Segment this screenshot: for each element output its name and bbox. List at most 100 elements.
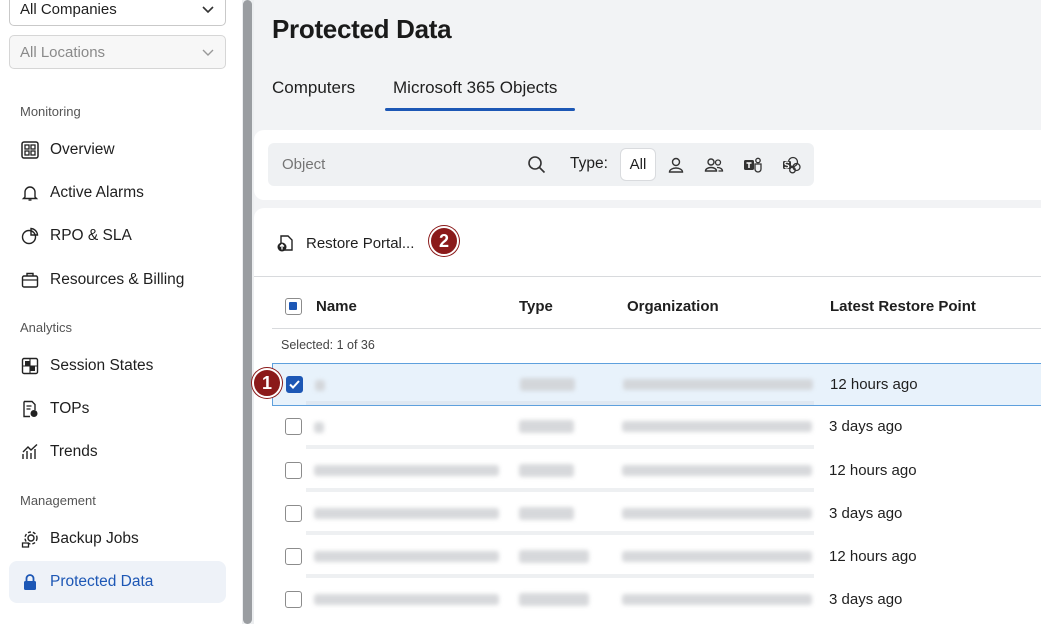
row-checkbox[interactable]: [285, 548, 302, 565]
restore-portal-button[interactable]: Restore Portal...: [276, 228, 414, 258]
sidebar-item-session-states[interactable]: Session States: [9, 345, 226, 387]
search-icon[interactable]: [527, 155, 546, 174]
section-management: Management: [20, 493, 96, 508]
section-analytics: Analytics: [20, 320, 73, 335]
row-name-redacted: [314, 594, 499, 605]
sidebar-item-backup-jobs[interactable]: Backup Jobs: [9, 518, 226, 560]
row-checkbox[interactable]: [285, 591, 302, 608]
pie-chart-icon: [21, 227, 39, 245]
row-name-redacted: [315, 380, 325, 391]
page-title: Protected Data: [272, 14, 452, 44]
sidebar-item-overview[interactable]: Overview: [9, 129, 226, 171]
bell-icon: [21, 184, 39, 202]
row-checkbox[interactable]: [285, 418, 302, 435]
row-underline: [306, 401, 814, 405]
sidebar: All Companies All Locations Monitoring O…: [0, 0, 242, 624]
sidebar-item-label: Active Alarms: [50, 184, 144, 201]
table-row[interactable]: 12 hours ago: [272, 363, 1041, 406]
sidebar-item-label: Session States: [50, 357, 154, 374]
location-select-value: All Locations: [20, 43, 106, 61]
sidebar-item-label: Overview: [50, 141, 115, 158]
chevron-down-icon: [202, 6, 214, 14]
overview-icon: [21, 141, 39, 159]
grid-icon: [21, 357, 39, 375]
type-filter-sharepoint[interactable]: [776, 148, 808, 181]
sidebar-item-protected-data[interactable]: Protected Data: [9, 561, 226, 603]
tab-computers[interactable]: Computers: [272, 78, 355, 98]
type-filter-group[interactable]: [698, 148, 730, 181]
toolbar-divider: [254, 276, 1041, 277]
tab-microsoft-365-objects[interactable]: Microsoft 365 Objects: [393, 78, 557, 98]
table-row[interactable]: 3 days ago: [272, 406, 1041, 449]
selection-count: Selected: 1 of 36: [281, 338, 375, 352]
type-filter-user[interactable]: [660, 148, 692, 181]
chevron-down-icon: [202, 49, 214, 56]
sidebar-item-label: Resources & Billing: [50, 271, 185, 288]
main-content: Protected Data Computers Microsoft 365 O…: [252, 0, 1041, 624]
column-header-latest-restore-point[interactable]: Latest Restore Point: [830, 298, 976, 315]
sidebar-scrollbar-thumb[interactable]: [243, 0, 252, 624]
group-icon: [704, 157, 724, 172]
row-organization-redacted: [622, 594, 812, 605]
sidebar-item-resources-billing[interactable]: Resources & Billing: [9, 259, 226, 301]
row-restore-point: 3 days ago: [829, 591, 903, 608]
section-monitoring: Monitoring: [20, 104, 81, 119]
teams-icon: [744, 157, 762, 173]
filter-panel: Object Type: All: [254, 130, 1041, 200]
sidebar-item-label: RPO & SLA: [50, 227, 132, 244]
table-row[interactable]: 3 days ago: [272, 493, 1041, 536]
search-placeholder: Object: [282, 156, 326, 173]
row-type-redacted: [519, 507, 574, 520]
row-type-redacted: [519, 464, 574, 477]
header-divider: [272, 328, 1041, 329]
row-underline: [306, 488, 814, 492]
sidebar-item-label: TOPs: [50, 400, 90, 417]
briefcase-icon: [21, 271, 39, 289]
report-icon: [21, 400, 39, 418]
sidebar-item-rpo-sla[interactable]: RPO & SLA: [9, 215, 226, 257]
sharepoint-icon: [783, 156, 801, 173]
table-row[interactable]: 12 hours ago: [272, 450, 1041, 493]
column-header-organization[interactable]: Organization: [627, 298, 719, 315]
user-icon: [668, 157, 684, 173]
restore-portal-label: Restore Portal...: [306, 234, 415, 252]
row-organization-redacted: [623, 379, 813, 390]
row-type-redacted: [519, 550, 589, 563]
type-filter-teams[interactable]: [737, 148, 769, 181]
row-organization-redacted: [622, 465, 812, 476]
row-checkbox[interactable]: [286, 376, 303, 393]
row-checkbox[interactable]: [285, 462, 302, 479]
type-filter-all[interactable]: All: [620, 148, 656, 181]
sidebar-item-active-alarms[interactable]: Active Alarms: [9, 172, 226, 214]
sidebar-item-trends[interactable]: Trends: [9, 431, 226, 473]
objects-table-panel: Restore Portal... 2 Name Type Organizati…: [252, 208, 1041, 624]
active-tab-indicator: [385, 108, 575, 111]
annotation-badge-2: 2: [429, 226, 459, 256]
row-restore-point: 12 hours ago: [829, 548, 917, 565]
restore-icon: [277, 235, 293, 252]
row-checkbox[interactable]: [285, 505, 302, 522]
row-name-redacted: [314, 422, 324, 433]
row-type-redacted: [519, 420, 574, 433]
company-select[interactable]: All Companies: [9, 0, 226, 26]
column-header-name[interactable]: Name: [316, 298, 357, 315]
select-all-checkbox[interactable]: [285, 298, 302, 315]
sidebar-item-label: Backup Jobs: [50, 530, 139, 547]
row-restore-point: 12 hours ago: [830, 376, 918, 393]
sidebar-item-tops[interactable]: TOPs: [9, 388, 226, 430]
row-restore-point: 3 days ago: [829, 505, 903, 522]
row-name-redacted: [314, 551, 499, 562]
row-name-redacted: [314, 508, 499, 519]
table-row[interactable]: 12 hours ago: [272, 536, 1041, 579]
row-type-redacted: [519, 593, 589, 606]
row-restore-point: 12 hours ago: [829, 462, 917, 479]
row-underline: [306, 574, 814, 578]
row-restore-point: 3 days ago: [829, 418, 903, 435]
table-row[interactable]: 3 days ago: [272, 579, 1041, 622]
location-select[interactable]: All Locations: [9, 35, 226, 69]
search-input[interactable]: Object: [268, 143, 560, 186]
sidebar-item-label: Protected Data: [50, 573, 154, 590]
sidebar-item-label: Trends: [50, 443, 98, 460]
column-header-type[interactable]: Type: [519, 298, 553, 315]
row-organization-redacted: [622, 421, 812, 432]
